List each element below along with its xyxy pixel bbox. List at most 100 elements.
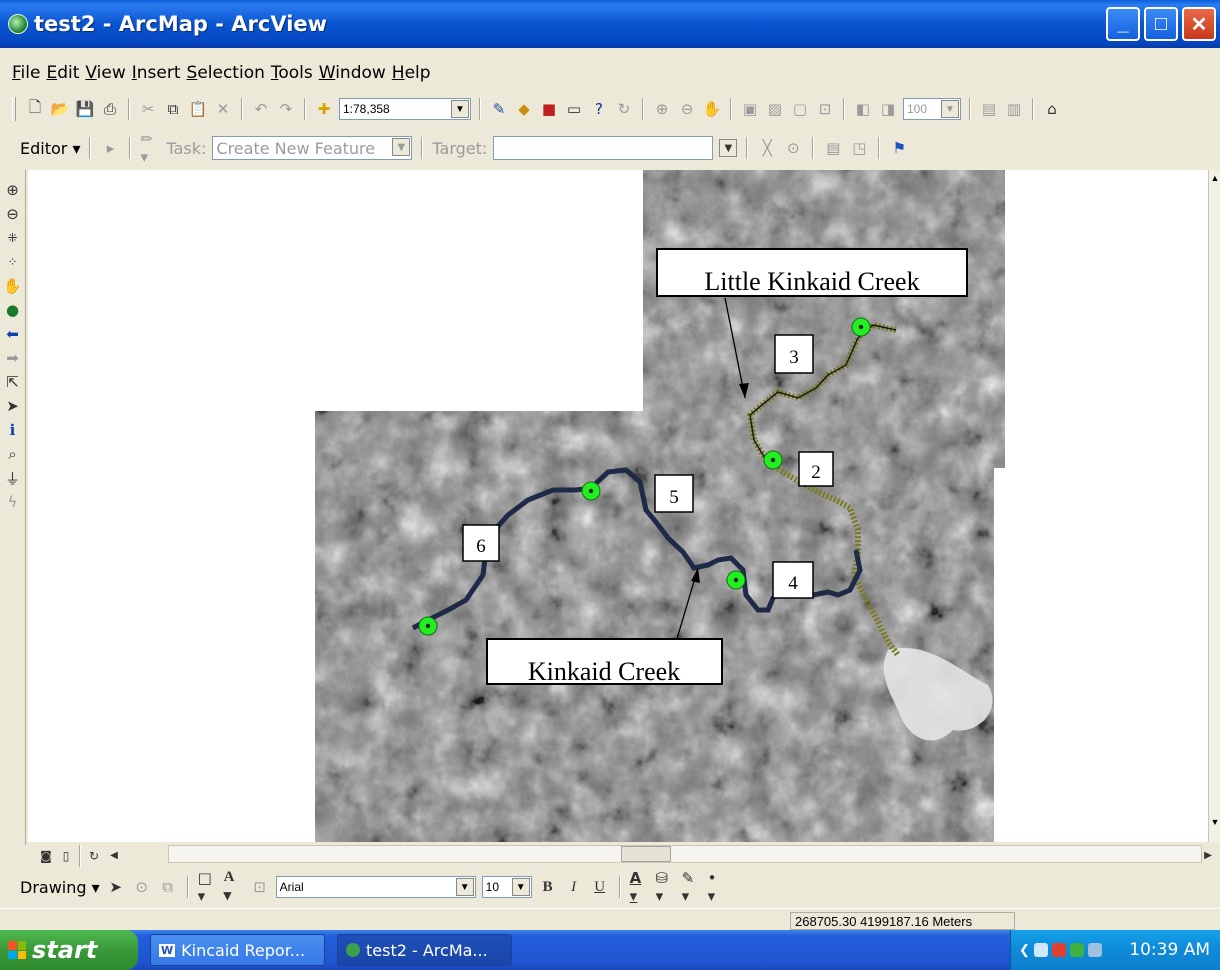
bold-button[interactable]: B [538,877,558,897]
map-canvas[interactable]: Little Kinkaid Creek Kinkaid Creek 3 2 5… [28,170,1208,842]
taskbar-item-word[interactable]: W Kincaid Repor... [150,934,325,966]
change-layout-icon[interactable]: ⌂ [1042,99,1062,119]
underline-button[interactable]: U [590,877,610,897]
maximize-button[interactable]: □ [1144,7,1178,41]
chevron-down-icon[interactable]: ▼ [511,878,530,896]
taskbar-item-arcmap[interactable]: test2 - ArcMa... [337,934,512,966]
menu-file[interactable]: File [12,63,40,83]
sketch-properties-icon[interactable]: ◳ [849,138,869,158]
line-color-icon[interactable]: ✎ ▾ [682,869,702,905]
select-features-icon[interactable]: ⇱ [2,372,24,392]
flag-icon[interactable]: ⚑ [889,138,909,158]
layout-zoom-in-icon[interactable]: ⊕ [652,99,672,119]
attributes-icon[interactable]: ▤ [823,138,843,158]
chevron-down-icon[interactable]: ▼ [941,100,959,118]
menu-window[interactable]: Window [319,63,386,83]
layout-view-icon[interactable]: ▯ [56,846,76,866]
edit-vertices-icon[interactable]: ⊡ [250,877,270,897]
security-shield-icon[interactable] [1051,943,1066,957]
menu-insert[interactable]: Insert [132,63,181,83]
fill-color-icon[interactable]: ⛁ ▾ [656,869,676,905]
command-line-icon[interactable]: ▭ [564,99,584,119]
start-button[interactable]: start [0,930,138,970]
paste-icon[interactable]: 📋 [188,99,208,119]
sample-point[interactable] [418,616,438,636]
font-size-combo[interactable]: 10 ▼ [481,876,532,898]
editor-menu-button[interactable]: Editor ▾ [20,139,80,158]
zoom-to-selected-icon[interactable]: ⧉ [158,877,178,897]
chevron-down-icon[interactable]: ▼ [451,100,469,118]
toolbar-grip[interactable] [12,97,16,121]
focus-data-frame-icon[interactable]: ▥ [1004,99,1024,119]
map-view[interactable]: Little Kinkaid Creek Kinkaid Creek 3 2 5… [28,170,1208,842]
print-icon[interactable]: ⎙ [100,99,120,119]
next-extent-icon[interactable]: ◨ [878,99,898,119]
hyperlink-icon[interactable]: ↻ [614,99,634,119]
arctoolbox-icon[interactable]: ■ [539,99,559,119]
network-icon[interactable] [1033,943,1048,957]
sketch-tool-icon[interactable]: ✏ ▾ [140,130,160,166]
cut-icon[interactable]: ✂ [138,99,158,119]
copy-icon[interactable]: ⧉ [163,99,183,119]
map-scale-combo[interactable]: 1:78,358 ▼ [339,98,471,120]
select-elements-icon[interactable]: ➤ [2,396,24,416]
antivirus-icon[interactable] [1069,943,1084,957]
close-button[interactable]: ✕ [1182,7,1216,41]
rectangle-tool-icon[interactable]: □ ▾ [198,869,218,905]
arccatalog-icon[interactable]: ◆ [514,99,534,119]
split-tool-icon[interactable]: ╳ [757,138,777,158]
drawing-menu-button[interactable]: Drawing ▾ [20,878,100,897]
chevron-down-icon[interactable]: ▼ [719,139,738,157]
fixed-zoom-in-icon[interactable]: ▨ [765,99,785,119]
horizontal-scroll-thumb[interactable] [621,846,671,862]
zoom-in-icon[interactable]: ⊕ [2,180,24,200]
zoom-out-icon[interactable]: ⊖ [2,204,24,224]
horizontal-scrollbar[interactable] [168,845,1202,863]
layout-pan-icon[interactable]: ✋ [702,99,722,119]
sample-point[interactable] [581,481,601,501]
italic-button[interactable]: I [564,877,584,897]
find-binoculars-icon[interactable]: ⌕ [2,444,24,464]
menu-view[interactable]: View [85,63,125,83]
sample-point[interactable] [726,570,746,590]
marker-color-icon[interactable]: • ▾ [708,869,728,905]
tray-expand-icon[interactable]: ❮ [1019,942,1030,958]
vertical-scrollbar[interactable]: ▲ ▼ [1208,170,1220,842]
save-icon[interactable]: 💾 [75,99,95,119]
fixed-zoom-out-icon[interactable]: ⁘ [2,252,24,272]
forward-arrow-icon[interactable]: ➡ [2,348,24,368]
zoom-100-icon[interactable]: ⊡ [815,99,835,119]
scroll-up-icon[interactable]: ▲ [1209,170,1220,186]
scroll-right-icon[interactable]: ▶ [1198,846,1218,866]
menu-help[interactable]: Help [392,63,431,83]
menu-tools[interactable]: Tools [271,63,313,83]
fixed-zoom-out-icon[interactable]: ▢ [790,99,810,119]
layout-zoom-out-icon[interactable]: ⊖ [677,99,697,119]
rotate-icon[interactable]: ⊙ [132,877,152,897]
new-document-icon[interactable]: 🗋 [25,98,45,119]
measure-icon[interactable]: ⏚ [2,468,24,488]
font-color-icon[interactable]: A ▾ [630,869,650,905]
target-combo[interactable] [493,136,714,160]
refresh-icon[interactable]: ↻ [84,846,104,866]
hyperlink-lightning-icon[interactable]: ϟ [2,492,24,512]
pan-icon[interactable]: ✋ [2,276,24,296]
previous-extent-icon[interactable]: ◧ [853,99,873,119]
sample-point[interactable] [851,317,871,337]
scroll-down-icon[interactable]: ▼ [1209,814,1220,830]
toggle-draft-icon[interactable]: ▤ [979,99,999,119]
select-elements-icon[interactable]: ➤ [106,877,126,897]
data-view-icon[interactable]: ◙ [36,846,56,866]
back-arrow-icon[interactable]: ⬅ [2,324,24,344]
redo-icon[interactable]: ↷ [276,99,296,119]
identify-icon[interactable]: ℹ [2,420,24,440]
chevron-down-icon[interactable]: ▼ [392,138,411,156]
text-tool-icon[interactable]: A ▾ [224,869,244,904]
undo-icon[interactable]: ↶ [251,99,271,119]
delete-icon[interactable]: ✕ [213,99,233,119]
rotate-tool-icon[interactable]: ⊙ [783,138,803,158]
chevron-down-icon[interactable]: ▼ [455,878,474,896]
scroll-left-icon[interactable]: ◀ [104,846,124,866]
full-extent-globe-icon[interactable]: ● [2,300,24,320]
zoom-whole-page-icon[interactable]: ▣ [740,99,760,119]
